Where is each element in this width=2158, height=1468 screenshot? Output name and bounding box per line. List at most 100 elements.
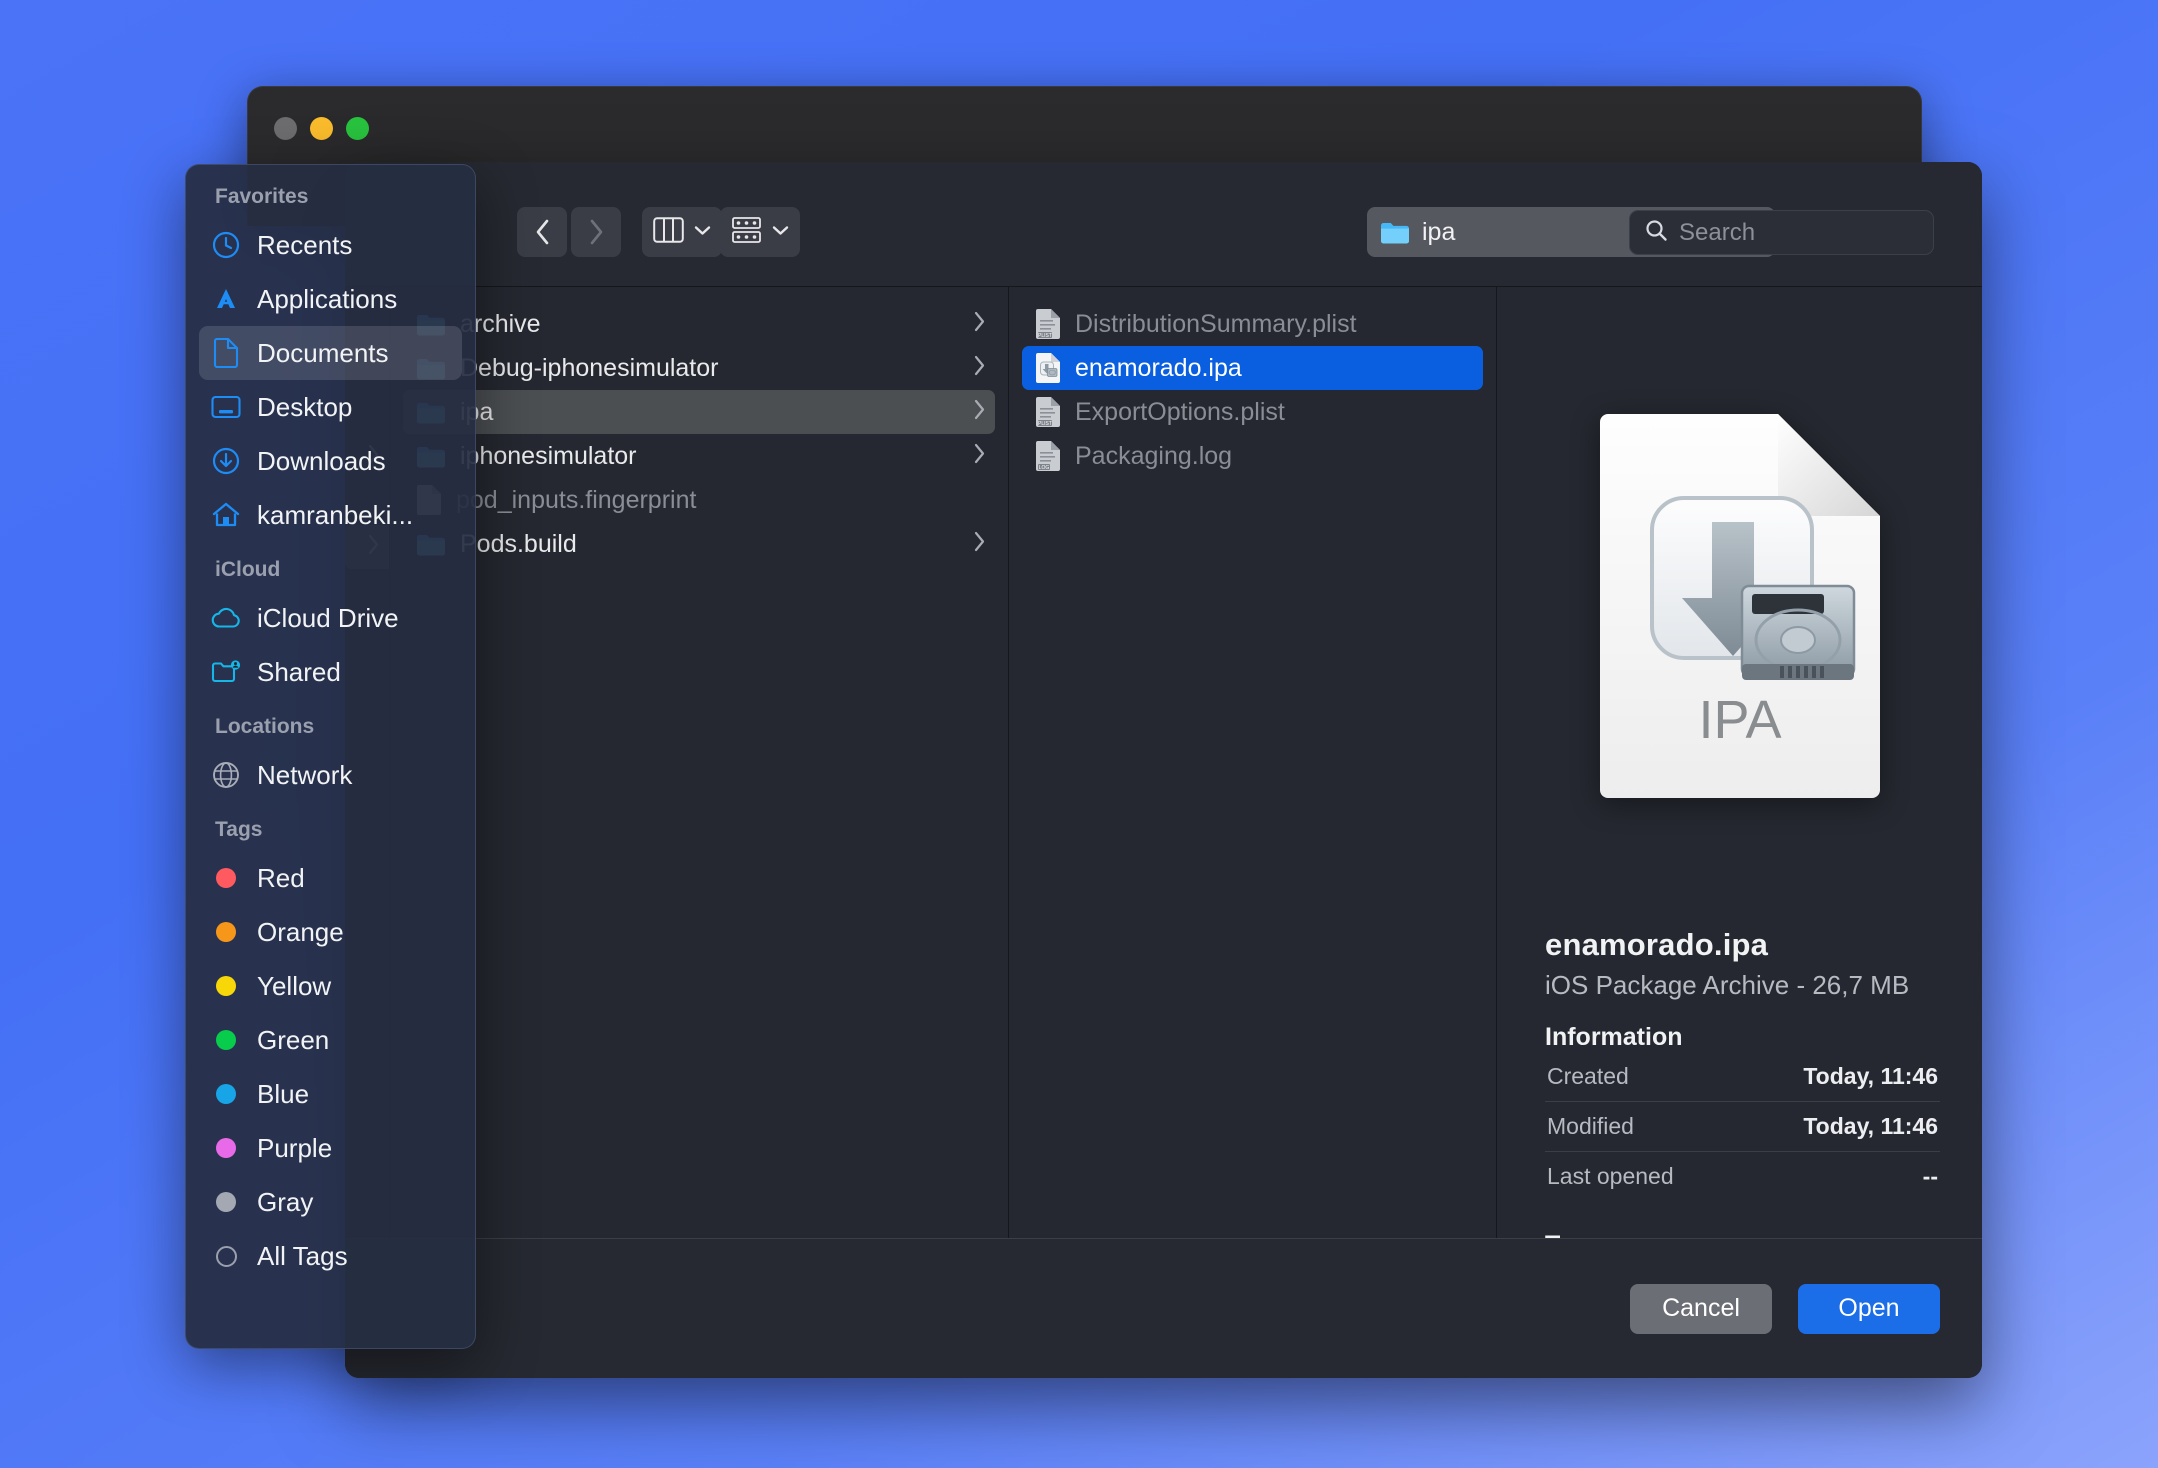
clock-icon bbox=[211, 230, 241, 260]
file-name-label: Packaging.log bbox=[1075, 441, 1233, 470]
file-name-label: ipa bbox=[460, 397, 494, 426]
chevron-right-icon bbox=[973, 398, 986, 427]
sidebar-item-label: Gray bbox=[257, 1186, 314, 1217]
sidebar-item-label: iCloud Drive bbox=[257, 602, 399, 633]
svg-text:IPA: IPA bbox=[1698, 690, 1781, 750]
sidebar-item-label: Documents bbox=[257, 337, 389, 368]
sidebar-item-downloads[interactable]: Downloads bbox=[199, 434, 462, 488]
chevron-right-icon bbox=[973, 310, 986, 339]
table-row[interactable]: pod_inputs.fingerprint bbox=[403, 478, 995, 522]
tag-dot-icon bbox=[211, 1079, 241, 1109]
sidebar-item-network[interactable]: Network bbox=[199, 748, 462, 802]
search-field[interactable]: Search bbox=[1629, 210, 1934, 255]
svg-text:PLIST: PLIST bbox=[1038, 421, 1052, 427]
open-button[interactable]: Open bbox=[1798, 1283, 1940, 1334]
file-name-label: Debug-iphonesimulator bbox=[460, 353, 719, 382]
chevron-down-icon bbox=[694, 223, 711, 241]
table-row[interactable]: Debug-iphonesimulator bbox=[403, 346, 995, 390]
preview-info-value: Today, 11:46 bbox=[1803, 1113, 1938, 1139]
file-name-label: Pods.build bbox=[460, 529, 577, 558]
sidebar-item-applications[interactable]: Applications bbox=[199, 272, 462, 326]
sidebar-item-documents[interactable]: Documents bbox=[199, 326, 462, 380]
tag-dot-icon bbox=[211, 863, 241, 893]
svg-text:LOG: LOG bbox=[1039, 465, 1050, 471]
sidebar-item-kamranbeki[interactable]: kamranbeki... bbox=[199, 488, 462, 542]
close-window-button[interactable] bbox=[274, 117, 297, 140]
sidebar-item-label: Orange bbox=[257, 916, 344, 947]
table-row[interactable]: Pods.build bbox=[403, 522, 995, 566]
svg-text:PLIST: PLIST bbox=[1038, 333, 1052, 339]
sidebar-section-header: Tags bbox=[215, 818, 263, 841]
sidebar-item-yellow[interactable]: Yellow bbox=[199, 959, 462, 1013]
sidebar-item-blue[interactable]: Blue bbox=[199, 1067, 462, 1121]
file-name-label: DistributionSummary.plist bbox=[1075, 309, 1357, 338]
dialog-toolbar: ipa Search bbox=[345, 162, 1982, 287]
preview-information-heading: Information bbox=[1545, 1023, 1683, 1051]
desktop-icon bbox=[211, 392, 241, 422]
sidebar-item-label: kamranbeki... bbox=[257, 499, 414, 530]
sidebar-item-label: Desktop bbox=[257, 391, 353, 422]
table-row[interactable]: ipa bbox=[403, 390, 995, 434]
preview-info-key: Created bbox=[1547, 1063, 1629, 1089]
table-row[interactable]: iphonesimulator bbox=[403, 434, 995, 478]
forward-button[interactable] bbox=[571, 207, 621, 257]
shared-folder-icon bbox=[211, 657, 241, 687]
chevron-down-icon bbox=[772, 223, 789, 241]
applications-icon bbox=[211, 284, 241, 314]
table-row[interactable]: archive bbox=[403, 302, 995, 346]
preview-file-name: enamorado.ipa bbox=[1545, 927, 1769, 962]
tag-ring-icon bbox=[211, 1241, 241, 1271]
sidebar-item-icloud-drive[interactable]: iCloud Drive bbox=[199, 591, 462, 645]
sidebar-item-purple[interactable]: Purple bbox=[199, 1121, 462, 1175]
preview-info-row: Created Today, 11:46 bbox=[1545, 1052, 1940, 1102]
sidebar-item-gray[interactable]: Gray bbox=[199, 1175, 462, 1229]
search-placeholder: Search bbox=[1679, 218, 1756, 246]
sidebar-item-shared[interactable]: Shared bbox=[199, 645, 462, 699]
table-row[interactable]: PLIST DistributionSummary.plist bbox=[1022, 302, 1483, 346]
sidebar-item-red[interactable]: Red bbox=[199, 851, 462, 905]
folder-icon bbox=[1380, 220, 1410, 245]
ipa-file-icon bbox=[1035, 352, 1061, 384]
view-mode-button[interactable] bbox=[642, 207, 722, 257]
sidebar-item-all-tags[interactable]: All Tags bbox=[199, 1229, 462, 1283]
navigation-buttons bbox=[517, 207, 621, 257]
sidebar-item-orange[interactable]: Orange bbox=[199, 905, 462, 959]
preview-pane: IPA enamorado.ipa iOS Package Archive - … bbox=[1497, 287, 1982, 1259]
sidebar-item-recents[interactable]: Recents bbox=[199, 218, 462, 272]
places-sidebar: Favorites Recents Applications Documents Des… bbox=[185, 164, 476, 1349]
file-column: PLIST DistributionSummary.plist enamorado… bbox=[1009, 287, 1497, 1238]
cloud-icon bbox=[211, 603, 241, 633]
dialog-footer: Cancel Open bbox=[345, 1238, 1982, 1378]
preview-info-value: Today, 11:46 bbox=[1803, 1063, 1938, 1089]
preview-info-row: Last opened -- bbox=[1545, 1152, 1940, 1201]
sidebar-item-label: Downloads bbox=[257, 445, 386, 476]
sidebar-item-desktop[interactable]: Desktop bbox=[199, 380, 462, 434]
sidebar-item-label: Purple bbox=[257, 1132, 333, 1163]
preview-file-subtitle: iOS Package Archive - 26,7 MB bbox=[1545, 970, 1910, 1000]
open-file-dialog: ipa Search archive Debug-iphonesimulator… bbox=[345, 162, 1982, 1378]
tag-dot-icon bbox=[211, 971, 241, 1001]
minimize-window-button[interactable] bbox=[310, 117, 333, 140]
tag-dot-icon bbox=[211, 1133, 241, 1163]
sidebar-item-label: Green bbox=[257, 1024, 330, 1055]
column-browser: archive Debug-iphonesimulator ipa iphone… bbox=[345, 287, 1982, 1259]
sidebar-item-green[interactable]: Green bbox=[199, 1013, 462, 1067]
file-name-label: pod_inputs.fingerprint bbox=[456, 485, 697, 514]
back-button[interactable] bbox=[517, 207, 567, 257]
cancel-button[interactable]: Cancel bbox=[1630, 1283, 1772, 1334]
search-icon bbox=[1644, 218, 1668, 247]
zoom-window-button[interactable] bbox=[346, 117, 369, 140]
plist-file-icon: PLIST bbox=[1035, 396, 1061, 428]
preview-info-row: Modified Today, 11:46 bbox=[1545, 1102, 1940, 1152]
document-icon bbox=[211, 338, 241, 368]
table-row[interactable]: enamorado.ipa bbox=[1022, 346, 1483, 390]
table-row[interactable]: PLIST ExportOptions.plist bbox=[1022, 390, 1483, 434]
file-name-label: archive bbox=[460, 309, 541, 338]
sidebar-item-label: Network bbox=[257, 759, 353, 790]
preview-info: enamorado.ipa iOS Package Archive - 26,7… bbox=[1545, 927, 1940, 1260]
sidebar-item-label: Recents bbox=[257, 229, 353, 260]
group-items-button[interactable] bbox=[720, 207, 800, 257]
table-row[interactable]: LOG Packaging.log bbox=[1022, 434, 1483, 478]
sidebar-item-label: Shared bbox=[257, 656, 341, 687]
file-name-label: ExportOptions.plist bbox=[1075, 397, 1285, 426]
